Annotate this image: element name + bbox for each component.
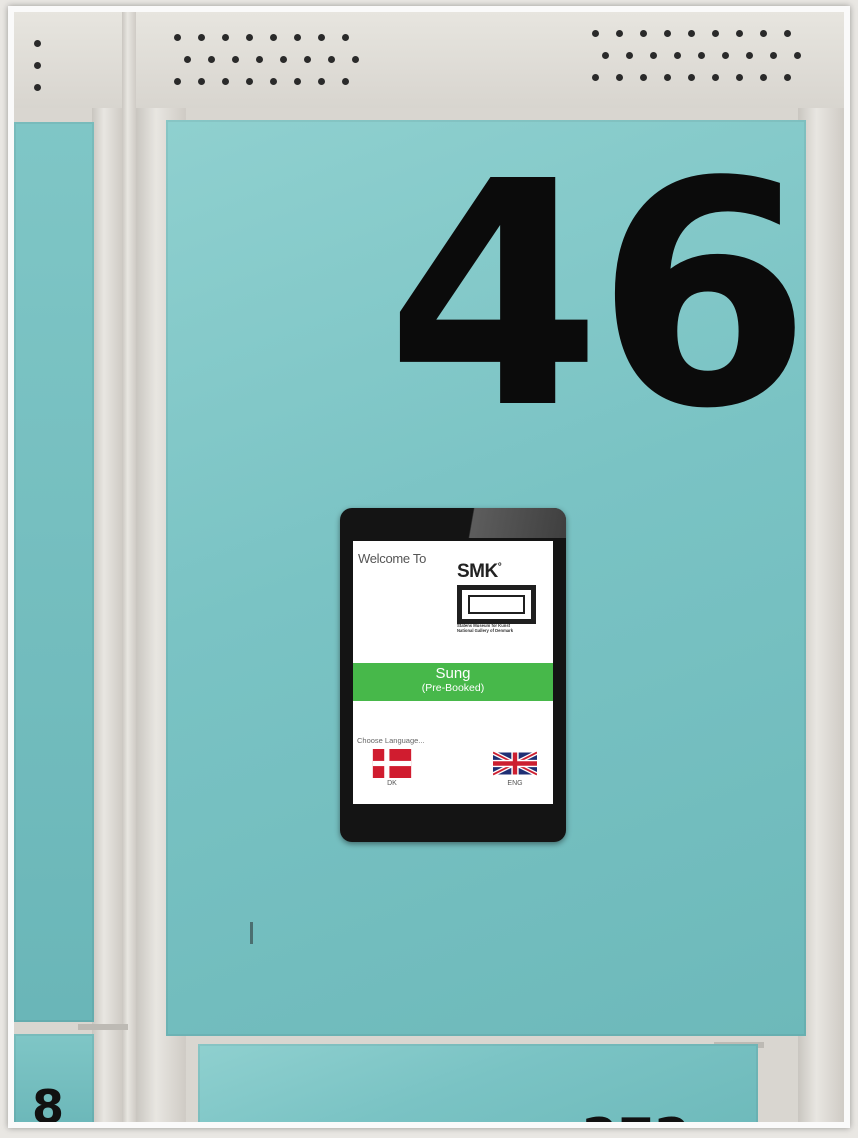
smk-logo-subtitle: Statens Museum for Kunst National Galler…: [457, 623, 547, 633]
smk-logo-icon: [457, 585, 536, 624]
lower-locker-number: 272: [582, 1112, 691, 1122]
neighbor-locker-number: 8: [32, 1080, 65, 1128]
kiosk-screen: Welcome To SMK° Statens Museum for Kunst…: [353, 541, 553, 804]
language-button-dk[interactable]: DK: [367, 749, 417, 787]
door-scratch: [250, 922, 253, 944]
smk-subtitle-line2: National Gallery of Denmark: [457, 628, 514, 633]
locker-photo: 8 272 46 Welcome To SMK° Statens Museum …: [8, 6, 850, 1128]
smk-wordmark-mark: °: [497, 561, 502, 573]
welcome-text: Welcome To: [358, 551, 427, 566]
language-prompt: Choose Language...: [357, 736, 425, 745]
booking-status-bar: Sung (Pre-Booked): [353, 663, 553, 701]
locker-number: 46: [386, 116, 811, 477]
smk-logo-wordmark: SMK°: [457, 561, 502, 583]
smk-wordmark-text: SMK: [457, 561, 498, 582]
locker-top-panel: [14, 12, 844, 108]
booking-name: Sung: [435, 665, 471, 682]
booking-status: (Pre-Booked): [421, 682, 485, 694]
door-hinge-left: [78, 1024, 128, 1030]
language-label-eng: ENG: [507, 780, 523, 787]
side-locker-door: [14, 122, 94, 1022]
frame-post-mid: [122, 12, 136, 1122]
tablet-glare: [446, 508, 566, 538]
language-button-eng[interactable]: ENG: [490, 749, 540, 787]
denmark-flag-icon: [372, 749, 412, 778]
kiosk-tablet: Welcome To SMK° Statens Museum for Kunst…: [340, 508, 566, 842]
frame-post-left: [92, 108, 122, 1122]
language-label-dk: DK: [387, 780, 397, 787]
uk-flag-icon: [493, 750, 537, 777]
